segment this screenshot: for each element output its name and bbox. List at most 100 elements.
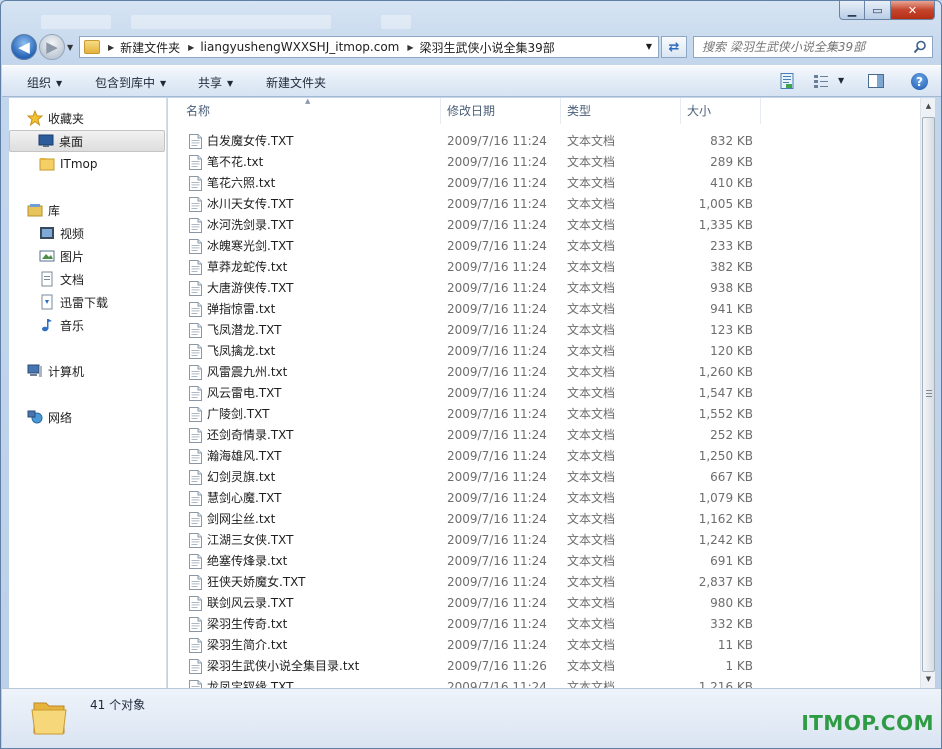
nav-network[interactable]: 网络 (27, 406, 167, 428)
column-size[interactable]: 大小 (681, 98, 761, 124)
file-row[interactable]: 梁羽生传奇.txt 2009/7/16 11:24 文本文档 332 KB (168, 614, 920, 635)
file-type: 文本文档 (567, 344, 616, 358)
column-date[interactable]: 修改日期 (441, 98, 561, 124)
file-row[interactable]: 弹指惊雷.txt 2009/7/16 11:24 文本文档 941 KB (168, 299, 920, 320)
text-file-icon (189, 407, 202, 422)
title-bar[interactable]: ▁ ▭ ✕ (1, 1, 941, 31)
nav-music[interactable]: 音乐 (39, 314, 167, 336)
scroll-down-icon[interactable]: ▼ (921, 672, 936, 687)
file-row[interactable]: 龙凤宝钗缘.TXT 2009/7/16 11:24 文本文档 1,216 KB (168, 677, 920, 688)
computer-icon (27, 364, 42, 377)
search-input[interactable] (694, 40, 904, 54)
column-name[interactable]: 名称 (180, 98, 441, 124)
scroll-up-icon[interactable]: ▲ (921, 99, 936, 114)
preview-pane-icon[interactable] (867, 72, 885, 90)
back-button[interactable]: ◀ (11, 34, 37, 60)
maximize-button[interactable]: ▭ (865, 1, 891, 20)
scrollbar-thumb[interactable] (922, 117, 935, 672)
minimize-button[interactable]: ▁ (839, 1, 865, 20)
text-file-icon (189, 197, 202, 212)
file-type: 文本文档 (567, 617, 616, 631)
nav-desktop[interactable]: 桌面 (9, 130, 165, 152)
file-date: 2009/7/16 11:24 (447, 218, 547, 232)
file-row[interactable]: 飞凤擒龙.txt 2009/7/16 11:24 文本文档 120 KB (168, 341, 920, 362)
file-name: 弹指惊雷.txt (207, 302, 276, 316)
file-type: 文本文档 (567, 155, 616, 169)
ghost-title-fragment (41, 15, 111, 29)
file-row[interactable]: 梁羽生武侠小说全集目录.txt 2009/7/16 11:26 文本文档 1 KB (168, 656, 920, 677)
nav-favorites[interactable]: 收藏夹 (27, 107, 167, 129)
file-row[interactable]: 广陵剑.TXT 2009/7/16 11:24 文本文档 1,552 KB (168, 404, 920, 425)
text-file-icon (189, 344, 202, 359)
grip-line (926, 390, 932, 391)
file-row[interactable]: 幻剑灵旗.txt 2009/7/16 11:24 文本文档 667 KB (168, 467, 920, 488)
file-row[interactable]: 笔不花.txt 2009/7/16 11:24 文本文档 289 KB (168, 152, 920, 173)
picture-icon (39, 250, 55, 262)
command-bar: 组织 ▼ 包含到库中 ▼ 共享 ▼ 新建文件夹 ▼ ? (2, 65, 941, 97)
nav-documents[interactable]: 文档 (39, 268, 167, 290)
file-row[interactable]: 瀚海雄风.TXT 2009/7/16 11:24 文本文档 1,250 KB (168, 446, 920, 467)
search-box[interactable] (693, 36, 933, 58)
file-type: 文本文档 (567, 281, 616, 295)
breadcrumb-separator-icon[interactable]: ▶ (188, 43, 194, 52)
notepad-icon[interactable] (778, 72, 796, 90)
nav-videos[interactable]: 视频 (39, 222, 167, 244)
breadcrumb-item[interactable]: 新建文件夹 (120, 39, 180, 56)
file-name: 飞凤潜龙.TXT (207, 323, 282, 337)
file-type: 文本文档 (567, 197, 616, 211)
breadcrumb-item[interactable]: 梁羽生武侠小说全集39部 (420, 39, 555, 56)
new-folder-button[interactable]: 新建文件夹 (266, 74, 326, 91)
breadcrumb-item[interactable]: liangyushengWXXSHJ_itmop.com (200, 40, 399, 54)
search-icon[interactable] (913, 40, 927, 54)
file-row[interactable]: 还剑奇情录.TXT 2009/7/16 11:24 文本文档 252 KB (168, 425, 920, 446)
view-options-icon[interactable] (812, 72, 830, 90)
file-row[interactable]: 风云雷电.TXT 2009/7/16 11:24 文本文档 1,547 KB (168, 383, 920, 404)
nav-pictures[interactable]: 图片 (39, 245, 167, 267)
file-size: 410 KB (710, 176, 753, 190)
nav-libraries[interactable]: 库 (27, 199, 167, 221)
file-row[interactable]: 狂侠天娇魔女.TXT 2009/7/16 11:24 文本文档 2,837 KB (168, 572, 920, 593)
vertical-scrollbar[interactable]: ▲ ▼ (920, 98, 935, 688)
file-row[interactable]: 白发魔女传.TXT 2009/7/16 11:24 文本文档 832 KB (168, 131, 920, 152)
file-type: 文本文档 (567, 365, 616, 379)
include-in-library-button[interactable]: 包含到库中 ▼ (95, 74, 166, 91)
file-row[interactable]: 慧剑心魔.TXT 2009/7/16 11:24 文本文档 1,079 KB (168, 488, 920, 509)
share-button[interactable]: 共享 ▼ (198, 74, 233, 91)
forward-button[interactable]: ▶ (39, 34, 65, 60)
history-dropdown-icon[interactable]: ▼ (67, 43, 73, 52)
file-row[interactable]: 笔花六照.txt 2009/7/16 11:24 文本文档 410 KB (168, 173, 920, 194)
file-type: 文本文档 (567, 239, 616, 253)
nav-itmop[interactable]: ITmop (39, 153, 167, 175)
nav-thunder-downloads[interactable]: 迅雷下载 (39, 291, 167, 313)
text-file-icon (189, 491, 202, 506)
file-date: 2009/7/16 11:24 (447, 302, 547, 316)
address-bar[interactable]: ▶ 新建文件夹 ▶ liangyushengWXXSHJ_itmop.com ▶… (79, 36, 659, 58)
breadcrumb-separator-icon[interactable]: ▶ (108, 43, 114, 52)
column-type[interactable]: 类型 (561, 98, 681, 124)
file-row[interactable]: 草莽龙蛇传.txt 2009/7/16 11:24 文本文档 382 KB (168, 257, 920, 278)
file-row[interactable]: 江湖三女侠.TXT 2009/7/16 11:24 文本文档 1,242 KB (168, 530, 920, 551)
file-name: 白发魔女传.TXT (207, 134, 294, 148)
nav-computer[interactable]: 计算机 (27, 360, 167, 382)
file-row[interactable]: 大唐游侠传.TXT 2009/7/16 11:24 文本文档 938 KB (168, 278, 920, 299)
view-dropdown-icon[interactable]: ▼ (838, 76, 844, 85)
file-row[interactable]: 绝塞传烽录.txt 2009/7/16 11:24 文本文档 691 KB (168, 551, 920, 572)
file-row[interactable]: 联剑风云录.TXT 2009/7/16 11:24 文本文档 980 KB (168, 593, 920, 614)
help-icon[interactable]: ? (911, 73, 928, 90)
file-row[interactable]: 风雷震九州.txt 2009/7/16 11:24 文本文档 1,260 KB (168, 362, 920, 383)
file-row[interactable]: 剑网尘丝.txt 2009/7/16 11:24 文本文档 1,162 KB (168, 509, 920, 530)
file-size: 1,250 KB (698, 449, 753, 463)
file-size: 1,005 KB (698, 197, 753, 211)
refresh-button[interactable]: ⇄ (661, 36, 687, 58)
file-row[interactable]: 冰河洗剑录.TXT 2009/7/16 11:24 文本文档 1,335 KB (168, 215, 920, 236)
file-row[interactable]: 冰川天女传.TXT 2009/7/16 11:24 文本文档 1,005 KB (168, 194, 920, 215)
file-date: 2009/7/16 11:24 (447, 176, 547, 190)
file-row[interactable]: 飞凤潜龙.TXT 2009/7/16 11:24 文本文档 123 KB (168, 320, 920, 341)
file-row[interactable]: 梁羽生简介.txt 2009/7/16 11:24 文本文档 11 KB (168, 635, 920, 656)
organize-button[interactable]: 组织 ▼ (27, 74, 62, 91)
close-button[interactable]: ✕ (891, 1, 935, 20)
file-row[interactable]: 冰魄寒光剑.TXT 2009/7/16 11:24 文本文档 233 KB (168, 236, 920, 257)
address-dropdown-icon[interactable]: ▼ (646, 42, 652, 51)
breadcrumb-separator-icon[interactable]: ▶ (407, 43, 413, 52)
file-date: 2009/7/16 11:24 (447, 260, 547, 274)
